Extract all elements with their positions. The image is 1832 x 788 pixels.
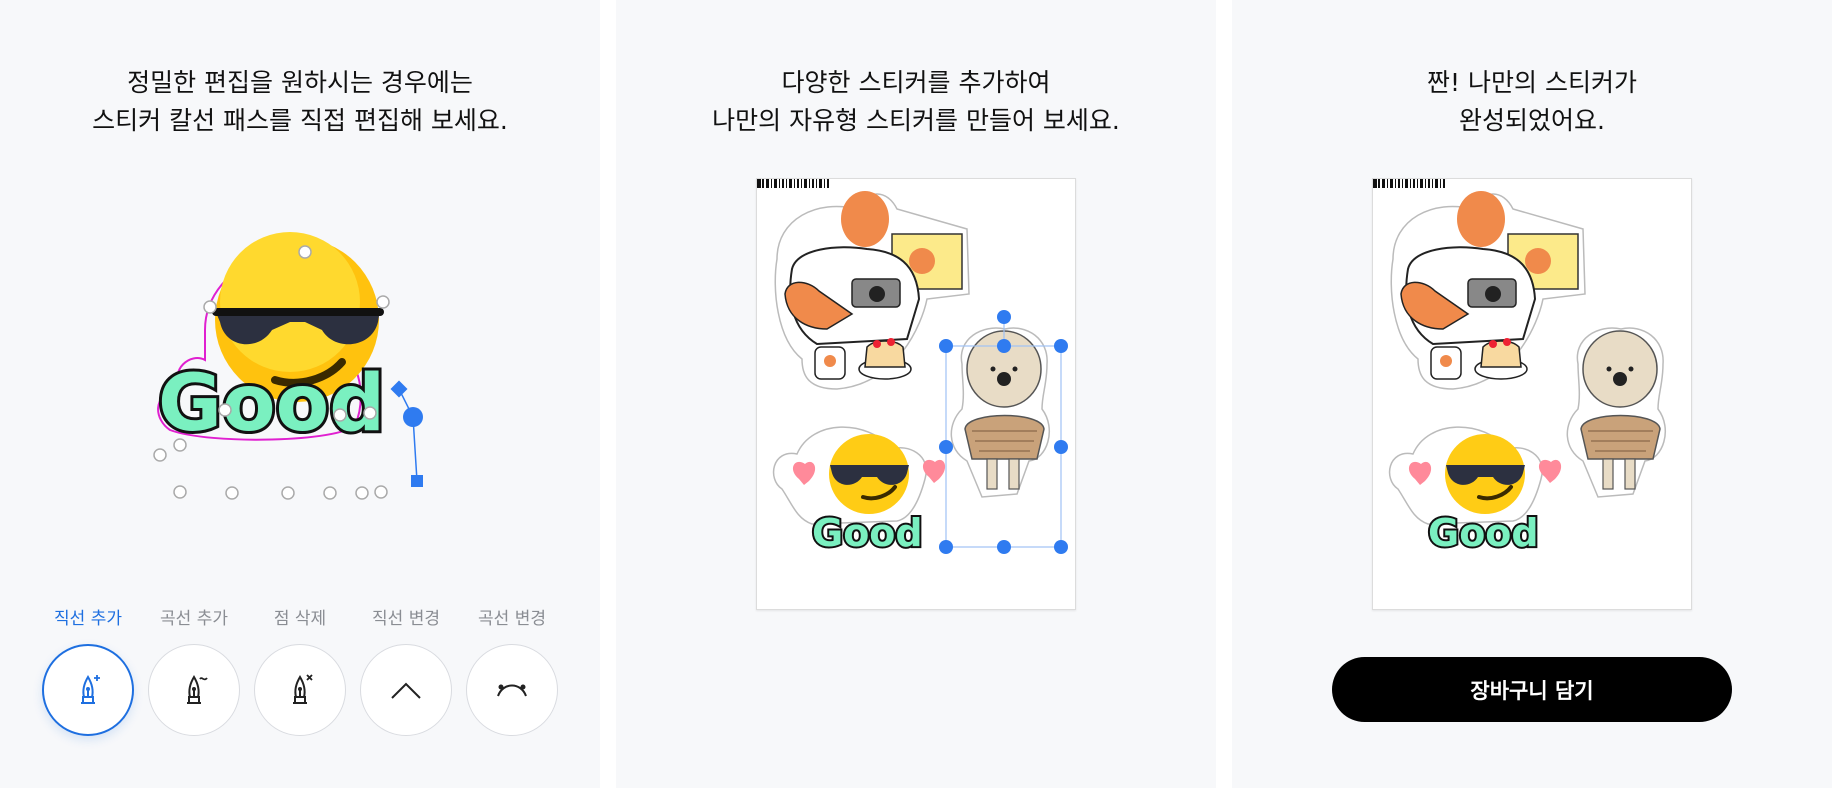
pen-curve-icon bbox=[187, 675, 208, 704]
tool-add-curve[interactable]: 곡선 추가 bbox=[146, 606, 242, 736]
barista-sticker bbox=[1390, 191, 1586, 390]
tool-change-curve[interactable]: 곡선 변경 bbox=[464, 606, 560, 736]
dog-sticker bbox=[950, 327, 1051, 498]
heading-line-2: 나만의 자유형 스티커를 만들어 보세요. bbox=[712, 106, 1120, 135]
pen-plus-icon bbox=[81, 675, 100, 704]
add-sticker-panel: 다양한 스티커를 추가하여 나만의 자유형 스티커를 만들어 보세요. Good bbox=[616, 0, 1216, 788]
tool-change-curve-button[interactable] bbox=[466, 644, 558, 736]
tool-add-line-button[interactable] bbox=[42, 644, 134, 736]
sticker-good-text: Good bbox=[812, 511, 923, 555]
handle-point bbox=[403, 407, 423, 427]
panel-heading: 정밀한 편집을 원하시는 경우에는 스티커 칼선 패스를 직접 편집해 보세요. bbox=[0, 64, 600, 140]
tool-delete-point[interactable]: 점 삭제 bbox=[252, 606, 348, 736]
sticker-sheet[interactable]: Good bbox=[756, 178, 1076, 610]
tool-label: 곡선 변경 bbox=[478, 609, 546, 629]
tool-change-line[interactable]: 직선 변경 bbox=[358, 606, 454, 736]
heading-line-1: 정밀한 편집을 원하시는 경우에는 bbox=[127, 68, 473, 97]
tool-add-curve-button[interactable] bbox=[148, 644, 240, 736]
heading-line-1: 다양한 스티커를 추가하여 bbox=[781, 68, 1051, 97]
dog-sticker bbox=[1566, 327, 1667, 498]
good-emoji-sticker: Good bbox=[772, 426, 946, 557]
barcode bbox=[1373, 179, 1445, 188]
heading-line-2: 스티커 칼선 패스를 직접 편집해 보세요. bbox=[92, 106, 508, 135]
curve-line-icon bbox=[497, 684, 527, 697]
tool-label: 점 삭제 bbox=[273, 609, 327, 629]
pen-delete-icon bbox=[293, 674, 313, 704]
tool-change-line-button[interactable] bbox=[360, 644, 452, 736]
sticker-good-text: Good bbox=[158, 359, 385, 449]
path-edit-panel: 정밀한 편집을 원하시는 경우에는 스티커 칼선 패스를 직접 편집해 보세요.… bbox=[0, 0, 600, 788]
sticker-good-text: Good bbox=[1428, 511, 1539, 555]
heading-line-2: 완성되었어요. bbox=[1459, 106, 1605, 135]
handle-diamond bbox=[390, 380, 408, 398]
panel-heading: 다양한 스티커를 추가하여 나만의 자유형 스티커를 만들어 보세요. bbox=[616, 64, 1216, 140]
barcode bbox=[757, 179, 829, 188]
add-to-cart-button[interactable]: 장바구니 담기 bbox=[1332, 657, 1732, 722]
finished-sticker-sheet: Good bbox=[1372, 178, 1692, 610]
tool-delete-point-button[interactable] bbox=[254, 644, 346, 736]
tool-add-line[interactable]: 직선 추가 bbox=[40, 606, 136, 736]
barista-sticker bbox=[774, 191, 970, 390]
sticker-edit-canvas[interactable]: Good bbox=[150, 230, 450, 520]
heading-line-1: 짠! 나만의 스티커가 bbox=[1427, 68, 1637, 97]
tool-label: 직선 변경 bbox=[372, 609, 440, 629]
tool-label: 직선 추가 bbox=[54, 609, 122, 629]
angle-line-icon bbox=[391, 682, 421, 699]
complete-panel: 짠! 나만의 스티커가 완성되었어요. Good 장바구니 담기 bbox=[1232, 0, 1832, 788]
panel-heading: 짠! 나만의 스티커가 완성되었어요. bbox=[1232, 64, 1832, 140]
good-emoji-sticker: Good bbox=[1388, 426, 1562, 557]
tool-label: 곡선 추가 bbox=[160, 609, 228, 629]
